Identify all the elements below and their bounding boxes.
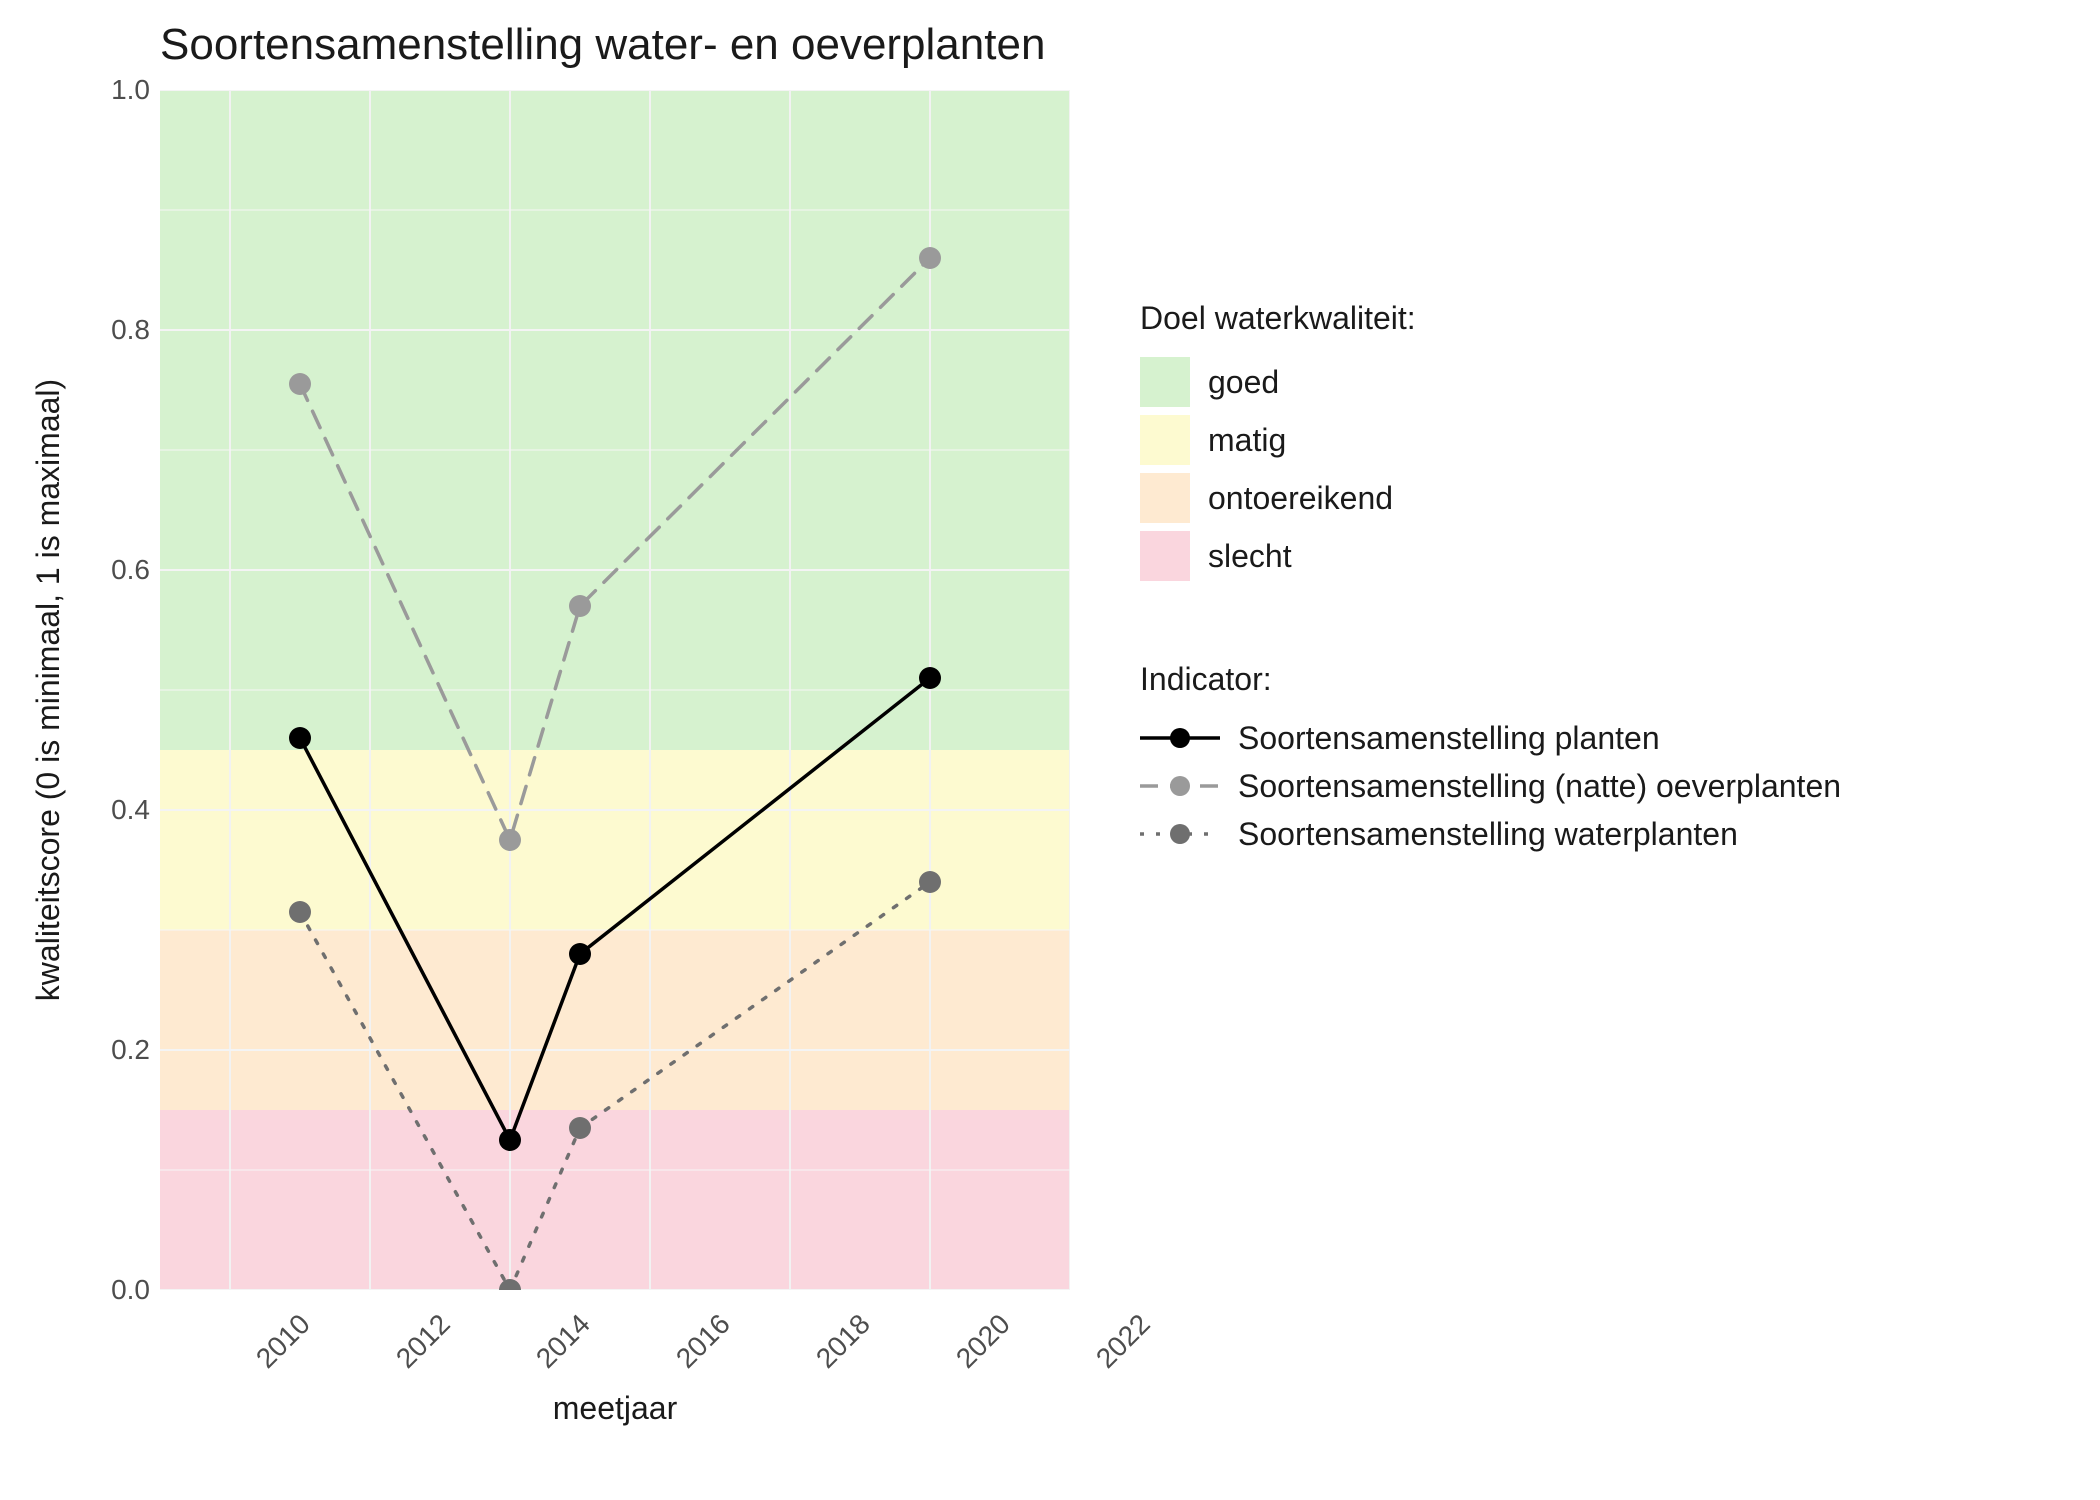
legend-band-label: matig <box>1208 422 1286 459</box>
legend-series-title: Indicator: <box>1140 661 2020 698</box>
legend-swatch <box>1140 531 1190 581</box>
legend-line-swatch <box>1140 766 1220 806</box>
y-tick-label: 0.0 <box>90 1274 150 1306</box>
legend-series: Indicator: Soortensamenstelling plantenS… <box>1140 661 2020 854</box>
legend-bands: Doel waterkwaliteit: goed matig ontoereike… <box>1140 300 2020 581</box>
chart-title: Soortensamenstelling water- en oeverplan… <box>160 20 1045 70</box>
x-axis-label: meetjaar <box>160 1390 1070 1427</box>
legend-series-item: Soortensamenstelling waterplanten <box>1140 814 2020 854</box>
legend-band-label: goed <box>1208 364 1279 401</box>
legend: Doel waterkwaliteit: goed matig ontoereike… <box>1140 300 2020 934</box>
legend-band-label: slecht <box>1208 538 1292 575</box>
legend-band-label: ontoereikend <box>1208 480 1393 517</box>
legend-swatch <box>1140 473 1190 523</box>
y-tick-label: 0.6 <box>90 554 150 586</box>
legend-series-items: Soortensamenstelling planten Soortensamen… <box>1140 718 2020 854</box>
legend-band-item: matig <box>1140 415 2020 465</box>
y-axis-label: kwaliteitscore (0 is minimaal, 1 is maxi… <box>30 90 70 1290</box>
legend-swatch <box>1140 357 1190 407</box>
legend-band-item: goed <box>1140 357 2020 407</box>
y-tick-label: 0.4 <box>90 794 150 826</box>
chart-figure: Soortensamenstelling water- en oeverplan… <box>0 0 2100 1500</box>
legend-series-item: Soortensamenstelling (natte) oeverplante… <box>1140 766 2020 806</box>
legend-series-item: Soortensamenstelling planten <box>1140 718 2020 758</box>
x-tick-label: 2018 <box>797 1308 876 1387</box>
legend-bands-title: Doel waterkwaliteit: <box>1140 300 2020 337</box>
y-tick-label: 0.8 <box>90 314 150 346</box>
x-tick-label: 2022 <box>1077 1308 1156 1387</box>
x-tick-label: 2020 <box>937 1308 1016 1387</box>
x-tick-label: 2012 <box>377 1308 456 1387</box>
plot-area <box>160 90 1070 1290</box>
y-tick-label: 1.0 <box>90 74 150 106</box>
x-tick-label: 2016 <box>657 1308 736 1387</box>
legend-band-item: ontoereikend <box>1140 473 2020 523</box>
legend-series-label: Soortensamenstelling (natte) oeverplante… <box>1238 768 1841 805</box>
legend-series-label: Soortensamenstelling waterplanten <box>1238 816 1738 853</box>
y-tick-label: 0.2 <box>90 1034 150 1066</box>
x-tick-label: 2014 <box>517 1308 596 1387</box>
x-tick-label: 2010 <box>237 1308 316 1387</box>
legend-bands-items: goed matig ontoereikend slecht <box>1140 357 2020 581</box>
legend-band-item: slecht <box>1140 531 2020 581</box>
legend-line-swatch <box>1140 814 1220 854</box>
plot-svg <box>160 90 1070 1290</box>
legend-series-label: Soortensamenstelling planten <box>1238 720 1660 757</box>
legend-swatch <box>1140 415 1190 465</box>
legend-line-swatch <box>1140 718 1220 758</box>
